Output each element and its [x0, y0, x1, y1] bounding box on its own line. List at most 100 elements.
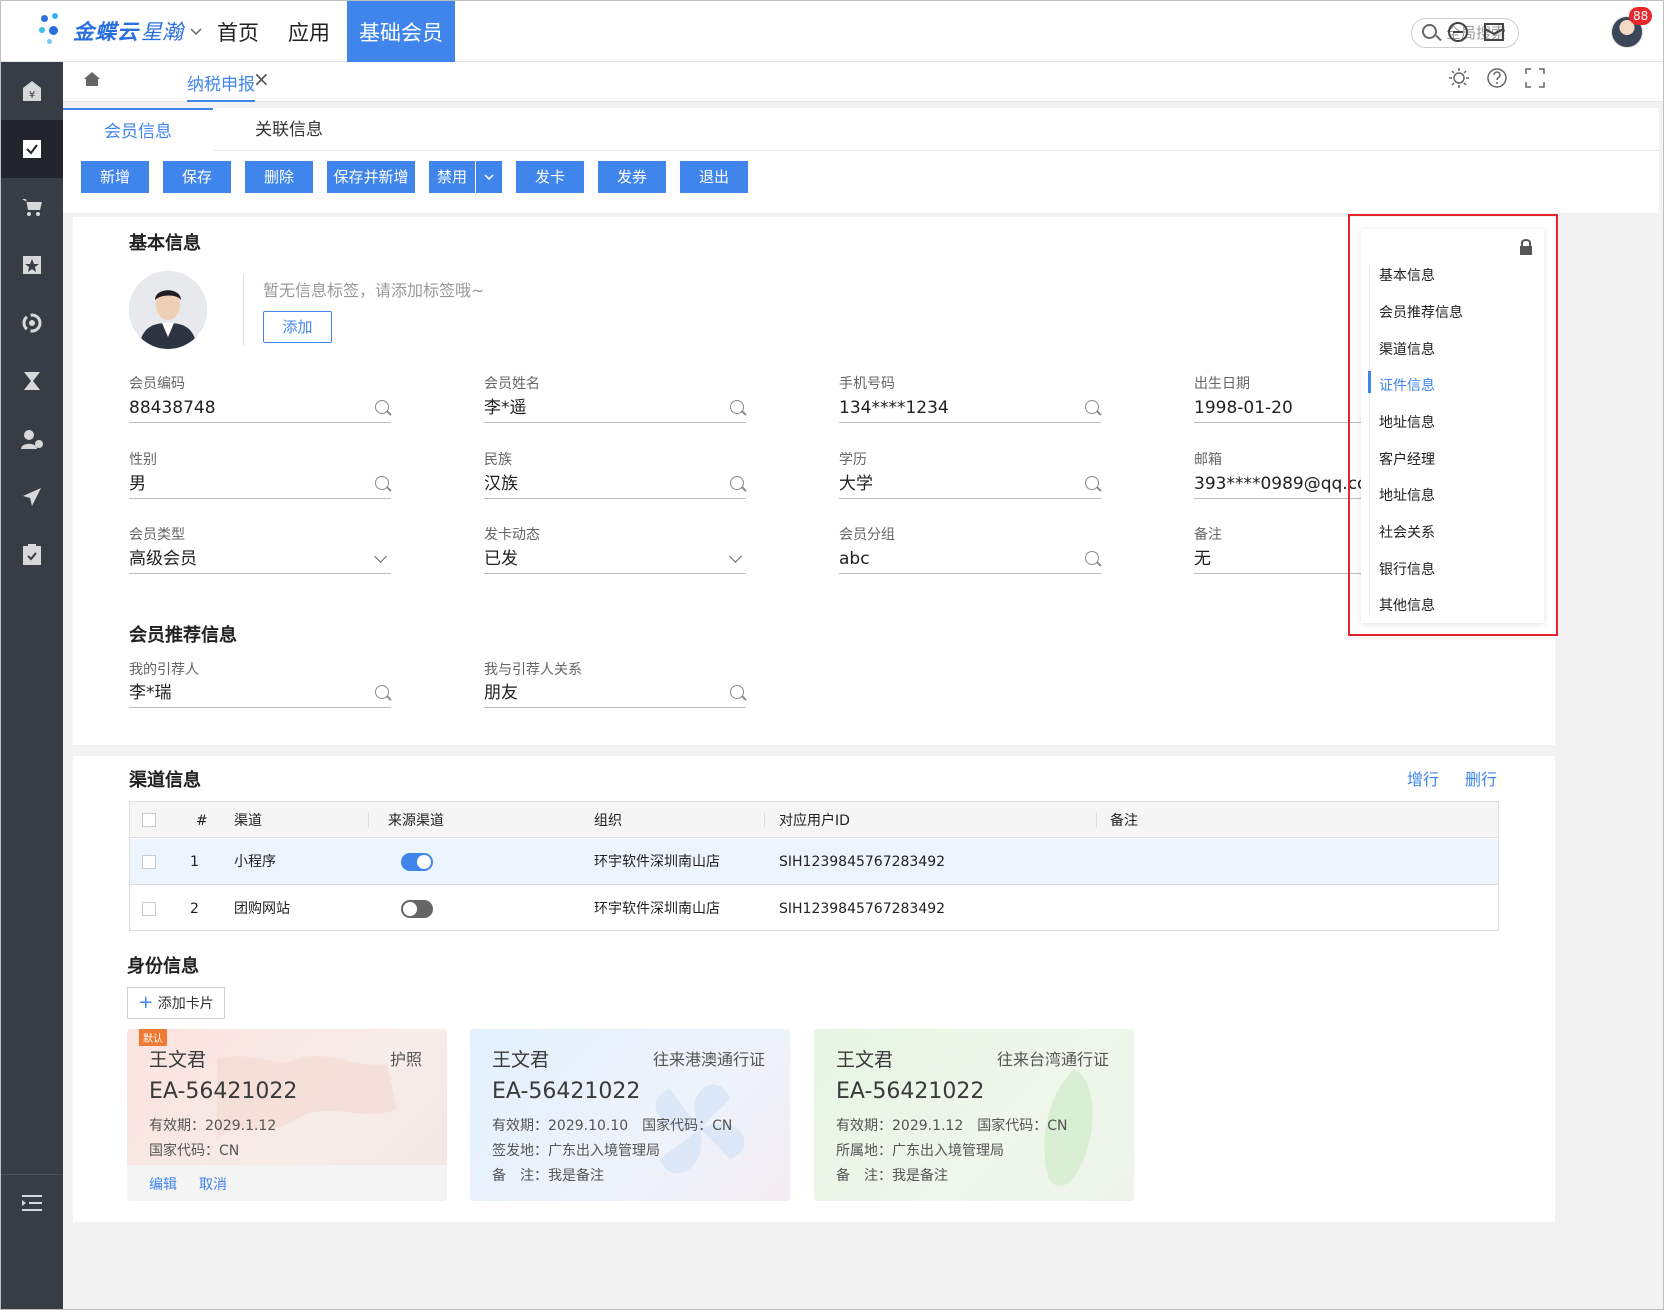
anchor-basic-info[interactable]: 基本信息 [1379, 265, 1435, 285]
member-group-field[interactable]: abc [839, 548, 1101, 574]
chevron-down-icon[interactable] [374, 550, 387, 563]
field-label: 会员编码 [129, 376, 185, 392]
member-photo[interactable] [129, 271, 207, 349]
row-checkbox[interactable] [142, 855, 156, 869]
tab-related-info[interactable]: 关联信息 [213, 108, 365, 150]
sidebar-favorites-icon[interactable] [1, 236, 63, 294]
sidebar-finance-icon[interactable]: ¥ [1, 62, 63, 120]
chevron-down-icon[interactable] [729, 550, 742, 563]
message-icon[interactable] [1481, 19, 1507, 45]
section-title-identity: 身份信息 [127, 956, 199, 977]
tab-close-icon[interactable]: × [253, 67, 270, 91]
search-icon[interactable] [375, 685, 389, 699]
chevron-down-icon[interactable] [189, 24, 203, 38]
id-card-passport[interactable]: 默认 王文君 护照 EA-56421022 有效期：2029.1.12 国家代码… [127, 1029, 447, 1201]
birthdate-field[interactable]: 1998-01-20 [1194, 397, 1361, 423]
id-card-taiwan[interactable]: 王文君 往来台湾通行证 EA-56421022 有效期：2029.1.12 国家… [814, 1029, 1134, 1201]
search-icon[interactable] [375, 400, 389, 414]
cancel-link[interactable]: 取消 [199, 1174, 227, 1194]
search-icon[interactable] [1085, 476, 1099, 490]
table-row[interactable]: 2 团购网站 环宇软件深圳南山店 SIH1239845767283492 [130, 886, 1498, 932]
search-icon[interactable] [730, 400, 744, 414]
referrer-field[interactable]: 李*瑞 [129, 682, 391, 708]
anchor-channel-info[interactable]: 渠道信息 [1379, 339, 1435, 359]
field-label: 备注 [1194, 527, 1222, 543]
edit-link[interactable]: 编辑 [149, 1174, 177, 1194]
search-icon[interactable] [1085, 400, 1099, 414]
delete-button[interactable]: 删除 [245, 161, 313, 193]
nav-basic-member[interactable]: 基础会员 [347, 1, 455, 62]
anchor-recommend-info[interactable]: 会员推荐信息 [1379, 302, 1463, 322]
gender-field[interactable]: 男 [129, 473, 391, 499]
search-icon[interactable] [730, 476, 744, 490]
remark-field[interactable]: 无 [1194, 548, 1361, 574]
help-icon[interactable] [1485, 66, 1509, 90]
anchor-bank-info[interactable]: 银行信息 [1379, 559, 1435, 579]
issue-coupon-button[interactable]: 发券 [598, 161, 666, 193]
save-and-new-button[interactable]: 保存并新增 [327, 161, 415, 193]
lock-icon[interactable] [1519, 239, 1533, 255]
sidebar-plane-icon[interactable] [1, 468, 63, 526]
menu-collapse-icon[interactable] [1, 1174, 63, 1232]
chat-icon[interactable] [1445, 19, 1471, 45]
anchor-address-info[interactable]: 地址信息 [1379, 412, 1435, 432]
nav-apps[interactable]: 应用 [287, 1, 331, 62]
field-label: 我与引荐人关系 [484, 662, 582, 678]
exit-button[interactable]: 退出 [680, 161, 748, 193]
anchor-other-info[interactable]: 其他信息 [1379, 595, 1435, 615]
tab-member-info[interactable]: 会员信息 [63, 108, 213, 150]
field-label: 性别 [129, 452, 157, 468]
theme-icon[interactable] [1447, 66, 1471, 90]
card-number: EA-56421022 [149, 1079, 298, 1104]
select-all-checkbox[interactable] [142, 813, 156, 827]
anchor-account-manager[interactable]: 客户经理 [1379, 449, 1435, 469]
col-index: # [196, 813, 208, 829]
email-field[interactable]: 393****0989@qq.com [1194, 473, 1361, 499]
tab-tax-declaration[interactable]: 纳税申报 [187, 70, 255, 102]
anchor-social-relations[interactable]: 社会关系 [1379, 522, 1435, 542]
nav-home[interactable]: 首页 [213, 1, 263, 62]
table-row[interactable]: 1 小程序 环宇软件深圳南山店 SIH1239845767283492 [130, 839, 1498, 885]
member-name-field[interactable]: 李*遥 [484, 397, 746, 423]
add-button[interactable]: 新增 [81, 161, 149, 193]
cell-channel: 小程序 [234, 854, 276, 870]
phone-field[interactable]: 134****1234 [839, 397, 1101, 423]
sidebar-clipboard-icon[interactable] [1, 526, 63, 584]
id-card-hk-macau[interactable]: 王文君 往来港澳通行证 EA-56421022 有效期：2029.10.10 国… [470, 1029, 790, 1201]
education-field[interactable]: 大学 [839, 473, 1101, 499]
add-card-button[interactable]: + 添加卡片 [127, 987, 225, 1019]
source-toggle[interactable] [401, 900, 433, 918]
search-icon[interactable] [1085, 551, 1099, 565]
field-label: 民族 [484, 452, 512, 468]
anchor-id-info[interactable]: 证件信息 [1379, 375, 1435, 395]
field-label: 出生日期 [1194, 376, 1250, 392]
member-type-select[interactable]: 高级会员 [129, 548, 391, 574]
anchor-nav: 基本信息 会员推荐信息 渠道信息 证件信息 地址信息 客户经理 地址信息 社会关… [1361, 229, 1544, 623]
save-button[interactable]: 保存 [163, 161, 231, 193]
disable-button[interactable]: 禁用 [429, 161, 475, 193]
sidebar-sync-icon[interactable] [1, 294, 63, 352]
sidebar-tasks-icon[interactable] [1, 120, 63, 178]
logo[interactable]: 金蝶云 星瀚 [39, 13, 203, 49]
sidebar-cart-icon[interactable] [1, 178, 63, 236]
search-icon[interactable] [375, 476, 389, 490]
home-icon[interactable] [83, 70, 101, 88]
search-icon[interactable] [730, 685, 744, 699]
source-toggle[interactable] [401, 853, 433, 871]
add-tag-button[interactable]: 添加 [263, 311, 332, 343]
sidebar-user-settings-icon[interactable] [1, 410, 63, 468]
member-code-field[interactable]: 88438748 [129, 397, 391, 423]
sidebar-hourglass-icon[interactable] [1, 352, 63, 410]
add-row-link[interactable]: 增行 [1407, 766, 1439, 790]
disable-dropdown[interactable] [476, 161, 502, 193]
issue-card-button[interactable]: 发卡 [516, 161, 584, 193]
ethnicity-field[interactable]: 汉族 [484, 473, 746, 499]
referrer-relation-field[interactable]: 朋友 [484, 682, 746, 708]
delete-row-link[interactable]: 删行 [1465, 766, 1497, 790]
card-status-select[interactable]: 已发 [484, 548, 746, 574]
row-checkbox[interactable] [142, 902, 156, 916]
cell-org: 环宇软件深圳南山店 [594, 901, 720, 917]
anchor-address-info-2[interactable]: 地址信息 [1379, 485, 1435, 505]
fullscreen-icon[interactable] [1523, 66, 1547, 90]
card-validity: 有效期：2029.1.12 国家代码：CN [836, 1118, 1068, 1134]
